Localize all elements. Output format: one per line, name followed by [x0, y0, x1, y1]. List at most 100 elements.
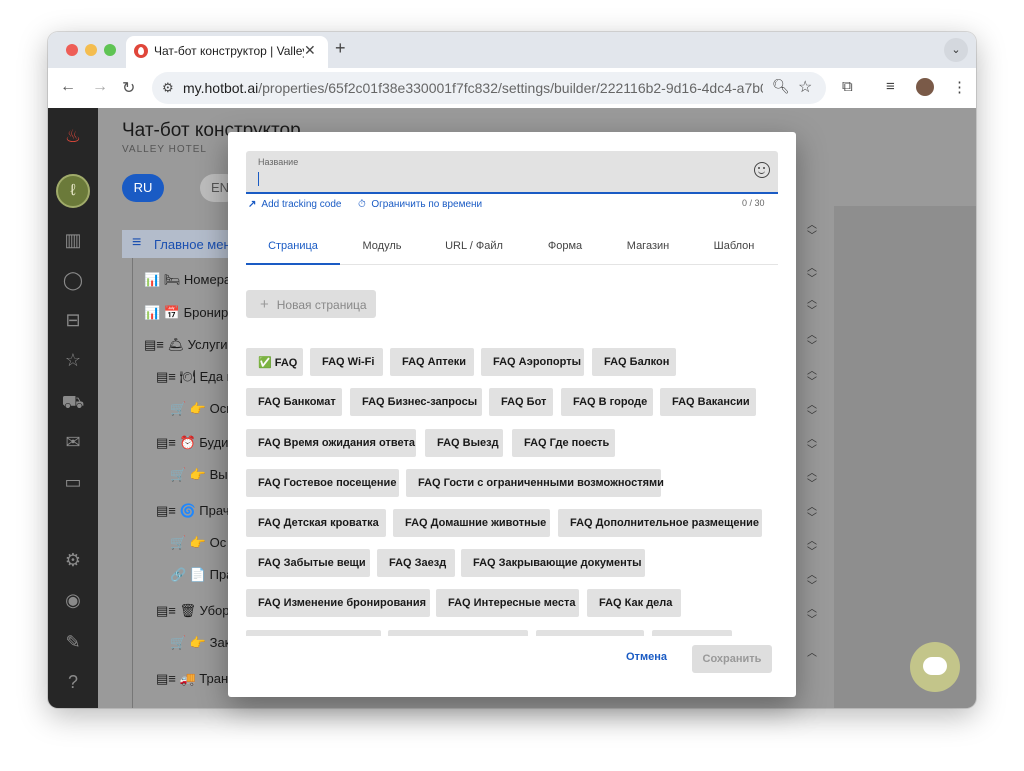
chat-widget-button[interactable]	[910, 642, 960, 692]
template-chip[interactable]: FAQ Заезд	[377, 549, 455, 577]
template-chip[interactable]: FAQ Время ожидания ответа	[246, 429, 416, 457]
address-bar[interactable]: ⚙ my.hotbot.ai/properties/65f2c01f38e330…	[152, 72, 826, 104]
template-chip[interactable]: FAQ В городе	[561, 388, 653, 416]
reorder-arrows-icon[interactable]: ︿ ﹀	[806, 330, 818, 352]
chevron-down-icon[interactable]: ⌄	[944, 38, 968, 62]
template-chip[interactable]: FAQ Выезд	[425, 429, 503, 457]
save-button[interactable]: Сохранить	[692, 645, 772, 673]
inbox-icon[interactable]: ⊟	[61, 308, 85, 332]
media-control-icon[interactable]: ≡	[886, 78, 895, 95]
tree-item[interactable]: ▤≡ 🗑 Убор	[156, 603, 229, 619]
name-field[interactable]: Название	[246, 151, 778, 194]
reorder-arrows-icon[interactable]: ︿ ﹀	[806, 366, 818, 388]
extensions-icon[interactable]: ⧉	[842, 78, 853, 95]
template-chip[interactable]: FAQ Где поесть	[512, 429, 615, 457]
minimize-window-button[interactable]	[85, 44, 97, 56]
tab-module[interactable]: Модуль	[340, 240, 424, 252]
tab-form[interactable]: Форма	[524, 240, 606, 252]
tab-shop[interactable]: Магазин	[606, 240, 690, 252]
reorder-arrows-icon[interactable]: ︿ ﹀	[806, 570, 818, 592]
account-icon[interactable]: ◉	[61, 588, 85, 612]
analytics-icon[interactable]: ▥	[61, 228, 85, 252]
template-chip[interactable]: FAQ Бизнес-запросы	[350, 388, 482, 416]
template-chip-partial[interactable]	[536, 630, 644, 636]
reorder-arrows-icon[interactable]: ︿ ﹀	[806, 468, 818, 490]
shop-cart-icon[interactable]: ⛟	[61, 390, 85, 414]
new-page-button[interactable]: + Новая страница	[246, 290, 376, 318]
url-text[interactable]: my.hotbot.ai/properties/65f2c01f38e33000…	[183, 80, 763, 96]
template-chip[interactable]: FAQ Банкомат	[246, 388, 342, 416]
back-arrow-icon[interactable]: ←	[60, 78, 76, 96]
settings-gear-icon[interactable]: ⚙	[61, 548, 85, 572]
forward-arrow-icon[interactable]: →	[92, 78, 108, 96]
new-tab-icon[interactable]: +	[335, 38, 346, 59]
reviews-star-icon[interactable]: ☆	[61, 348, 85, 372]
reorder-arrows-icon[interactable]: ︿ ﹀	[806, 536, 818, 558]
template-chip[interactable]: FAQ Балкон	[592, 348, 676, 376]
template-chip[interactable]: FAQ Аптеки	[390, 348, 474, 376]
mail-icon[interactable]: ✉	[61, 430, 85, 454]
tree-item[interactable]: 🛒 👉 Вы	[170, 467, 228, 483]
tree-item[interactable]: 🛒 👉 Осн	[170, 401, 233, 417]
close-window-button[interactable]	[66, 44, 78, 56]
bookmark-star-icon[interactable]: ☆	[798, 77, 812, 97]
emoji-picker-icon[interactable]	[754, 162, 770, 178]
reorder-arrows-icon[interactable]: ︿ ﹀	[806, 604, 818, 626]
tasks-check-icon[interactable]: ◯	[61, 268, 85, 292]
template-chip-partial[interactable]	[652, 630, 732, 636]
tree-item[interactable]: ▤≡ 🛎 Услуги	[144, 337, 228, 353]
profile-avatar[interactable]	[916, 78, 934, 96]
template-chip[interactable]: FAQ Забытые вещи	[246, 549, 370, 577]
tree-item[interactable]: 🔗 📄 Пра	[170, 567, 233, 583]
reorder-arrows-icon[interactable]: ︿ ﹀	[806, 434, 818, 456]
time-limit-link[interactable]: ⏱ Ограничить по времени	[358, 199, 482, 210]
template-chip[interactable]: FAQ Гости с ограниченными возможностями	[406, 469, 664, 497]
tree-item[interactable]: 🛒 👉 Ос	[170, 535, 226, 551]
template-chip[interactable]: FAQ Вакансии	[660, 388, 756, 416]
edit-pencil-icon[interactable]: ✎	[61, 630, 85, 654]
zoom-icon[interactable]: 🔍︎	[772, 78, 790, 95]
more-menu-icon[interactable]: ⋮	[952, 78, 967, 96]
lang-ru-button[interactable]: RU	[122, 174, 164, 202]
template-chip[interactable]: FAQ Аэропорты	[481, 348, 584, 376]
add-tracking-code-link[interactable]: ↗ Add tracking code	[248, 199, 341, 210]
tree-item[interactable]: 📊 📅 Бронир	[144, 305, 228, 321]
reorder-arrows-icon[interactable]: ︿ ﹀	[806, 502, 818, 524]
tab-page[interactable]: Страница	[246, 240, 340, 252]
reorder-arrows-icon[interactable]: ︿ ﹀	[806, 400, 818, 422]
tab-url-file[interactable]: URL / Файл	[424, 240, 524, 252]
reorder-arrows-icon[interactable]: ︿ ﹀	[806, 220, 818, 242]
template-chip[interactable]: FAQ Как дела	[587, 589, 681, 617]
hotbot-logo-icon[interactable]: ♨	[61, 124, 85, 148]
reorder-arrows-icon[interactable]: ︿ ﹀	[806, 295, 818, 317]
template-chip[interactable]: FAQ Дополнительное размещение	[558, 509, 762, 537]
close-tab-icon[interactable]: ✕	[304, 42, 316, 59]
property-avatar[interactable]: ℓ	[56, 174, 90, 208]
tree-item[interactable]: ▤≡ ⏰ Будил	[156, 435, 236, 451]
template-chip[interactable]: FAQ Домашние животные	[393, 509, 550, 537]
tree-item[interactable]: 🛒 👉 Зак	[170, 635, 230, 651]
site-settings-icon[interactable]: ⚙	[162, 80, 174, 96]
cancel-button[interactable]: Отмена	[626, 651, 667, 663]
maximize-window-button[interactable]	[104, 44, 116, 56]
reorder-arrows-icon[interactable]: ︿	[806, 648, 818, 659]
template-chip[interactable]: FAQ Закрывающие документы	[461, 549, 645, 577]
template-chip[interactable]: FAQ Детская кроватка	[246, 509, 386, 537]
browser-tab[interactable]: Чат-бот конструктор | Valley Hotel ✕	[126, 36, 328, 68]
tree-item[interactable]: ▤≡ 🌀 Праче	[156, 503, 237, 519]
tree-item[interactable]: ▤≡ 🍽 Еда в	[156, 369, 234, 385]
template-chip[interactable]: ✅ FAQ	[246, 348, 303, 376]
template-chip[interactable]: FAQ Интересные места	[436, 589, 579, 617]
chat-icon[interactable]: ▭	[61, 470, 85, 494]
template-chip[interactable]: FAQ Изменение бронирования	[246, 589, 430, 617]
template-chip[interactable]: FAQ Wi-Fi	[310, 348, 383, 376]
reload-icon[interactable]: ↻	[122, 78, 135, 98]
reorder-arrows-icon[interactable]: ︿ ﹀	[806, 263, 818, 285]
template-chip-partial[interactable]	[388, 630, 528, 636]
tree-item[interactable]: 📊 🛏 Номера	[144, 272, 231, 288]
template-chip[interactable]: FAQ Гостевое посещение	[246, 469, 399, 497]
template-chip[interactable]: FAQ Бот	[489, 388, 553, 416]
tab-template[interactable]: Шаблон	[690, 240, 778, 252]
help-icon[interactable]: ?	[61, 670, 85, 694]
tree-item[interactable]: ▤≡ 🚚 Транс	[156, 671, 235, 687]
